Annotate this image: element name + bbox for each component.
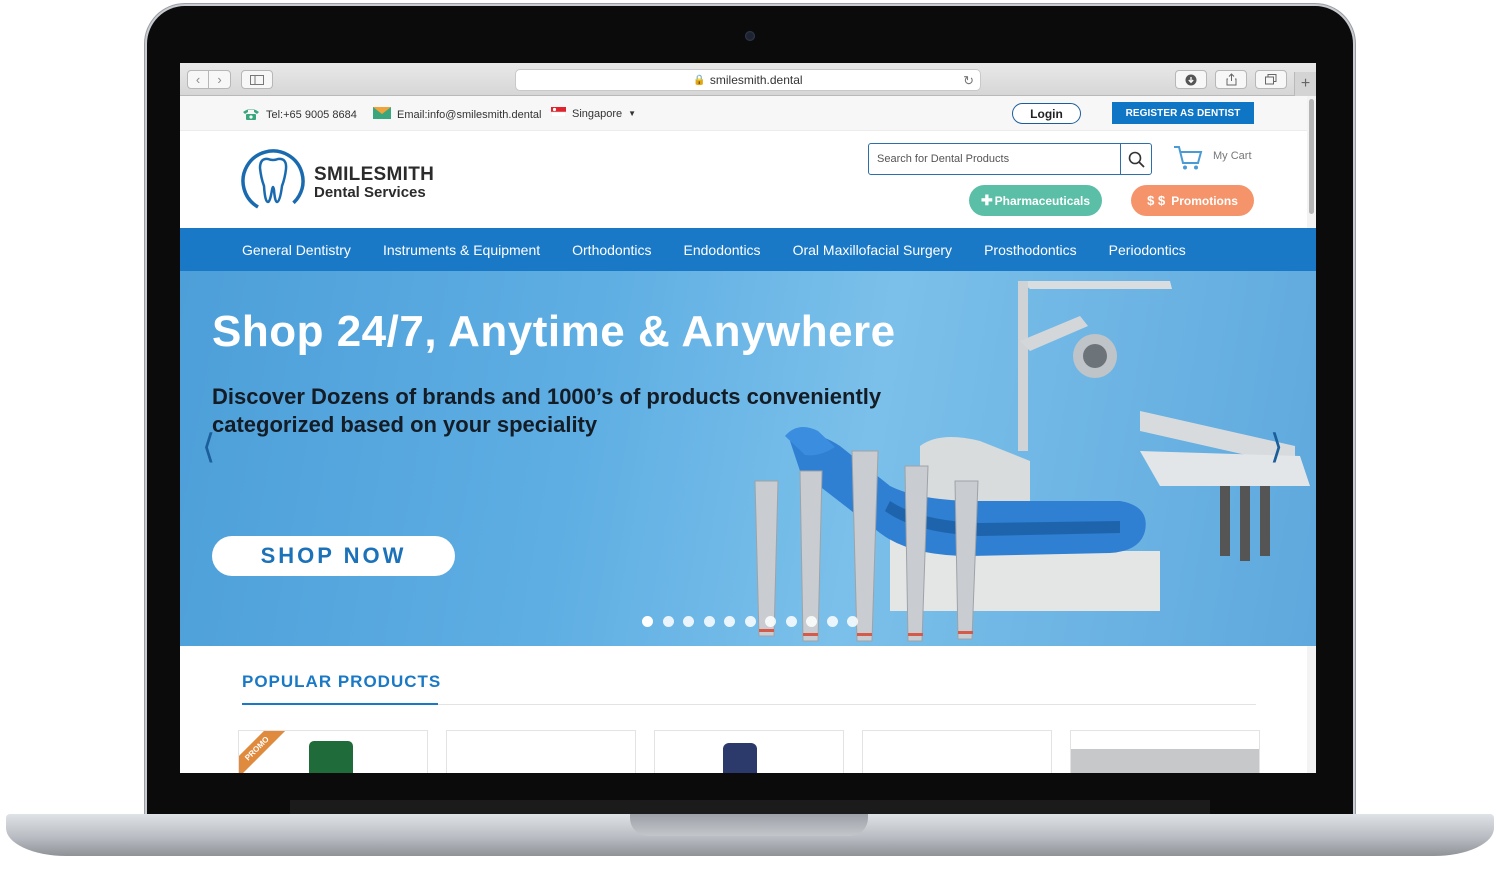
carousel-dot[interactable]	[785, 616, 797, 627]
site-header: SMILESMITH Dental Services Search for De…	[180, 131, 1307, 228]
address-bar[interactable]: 🔒 smilesmith.dental ↻	[515, 69, 981, 91]
product-device-image	[723, 743, 757, 773]
reload-icon[interactable]: ↻	[963, 73, 974, 89]
nav-periodontics[interactable]: Periodontics	[1109, 242, 1186, 258]
search-icon	[1128, 151, 1145, 168]
laptop-hinge	[290, 800, 1210, 814]
promotions-label: Promotions	[1171, 193, 1238, 208]
new-tab-icon[interactable]: +	[1294, 72, 1316, 96]
product-card[interactable]	[654, 730, 844, 773]
carousel-dot[interactable]	[662, 616, 674, 627]
cart-icon	[1174, 146, 1203, 170]
dollar-icon: $ $	[1147, 193, 1166, 208]
carousel-dot[interactable]	[744, 616, 756, 627]
hero-title: Shop 24/7, Anytime & Anywhere	[212, 307, 896, 356]
pharmaceuticals-label: Pharmaceuticals	[994, 193, 1091, 208]
carousel-next-icon[interactable]: ⟩	[1270, 427, 1283, 467]
carousel-dot[interactable]	[642, 616, 653, 627]
carousel-dot[interactable]	[826, 616, 838, 627]
camera-icon	[745, 31, 755, 41]
caret-down-icon: ▼	[628, 109, 637, 118]
product-card[interactable]: PROMO	[238, 730, 428, 773]
product-card[interactable]	[862, 730, 1052, 773]
carousel-dot[interactable]	[806, 616, 817, 627]
email-contact[interactable]: Email:info@smilesmith.dental	[373, 107, 541, 122]
site-logo[interactable]: SMILESMITH Dental Services	[240, 146, 434, 216]
screen: ‹ › 🔒 smilesmith.dental ↻ + Tel:+65 9005…	[180, 63, 1316, 773]
carousel-dots	[642, 616, 868, 627]
browser-toolbar: ‹ › 🔒 smilesmith.dental ↻ +	[180, 63, 1316, 96]
pharmaceuticals-button[interactable]: ✚ Pharmaceuticals	[969, 185, 1102, 216]
carousel-dot[interactable]	[847, 616, 858, 627]
carousel-dot[interactable]	[683, 616, 694, 627]
cart-link[interactable]: My Cart	[1173, 145, 1252, 171]
plus-icon: ✚	[980, 192, 993, 208]
nav-oral-maxillofacial-surgery[interactable]: Oral Maxillofacial Surgery	[793, 242, 953, 258]
promo-badge: PROMO	[239, 731, 291, 773]
carousel-dot[interactable]	[765, 616, 776, 627]
carousel-dot[interactable]	[724, 616, 735, 627]
title-underline	[242, 703, 438, 705]
share-icon[interactable]	[1215, 70, 1247, 89]
category-nav: General Dentistry Instruments & Equipmen…	[180, 228, 1316, 271]
carousel-prev-icon[interactable]: ⟨	[202, 427, 215, 467]
search-input[interactable]: Search for Dental Products	[868, 143, 1152, 175]
product-bottle-image	[309, 741, 353, 773]
nav-endodontics[interactable]: Endodontics	[684, 242, 761, 258]
shop-now-button[interactable]: SHOP NOW	[212, 536, 455, 576]
tooth-logo-icon	[241, 149, 305, 213]
hero-subtitle: Discover Dozens of brands and 1000’s of …	[212, 384, 882, 437]
product-card[interactable]	[1070, 730, 1260, 773]
nav-orthodontics[interactable]: Orthodontics	[572, 242, 651, 258]
email-text: Email:info@smilesmith.dental	[397, 108, 542, 121]
nav-prosthodontics[interactable]: Prosthodontics	[984, 242, 1077, 258]
login-button[interactable]: Login	[1012, 103, 1081, 124]
phone-icon	[242, 107, 260, 123]
logo-subtitle: Dental Services	[314, 183, 426, 201]
phone-contact[interactable]: Tel:+65 9005 8684	[242, 107, 357, 123]
back-icon[interactable]: ‹	[187, 70, 209, 89]
nav-instruments-equipment[interactable]: Instruments & Equipment	[383, 242, 540, 258]
top-info-bar: Tel:+65 9005 8684 Email:info@smilesmith.…	[180, 96, 1307, 131]
search-placeholder: Search for Dental Products	[877, 153, 1010, 165]
history-buttons: ‹ ›	[187, 70, 231, 89]
search-button[interactable]	[1120, 144, 1151, 174]
product-card[interactable]	[446, 730, 636, 773]
lock-icon: 🔒	[693, 74, 706, 86]
scroll-thumb[interactable]	[1309, 99, 1314, 214]
sidebar-toggle-icon[interactable]	[241, 70, 273, 89]
email-icon	[373, 107, 391, 122]
downloads-icon[interactable]	[1175, 70, 1207, 89]
register-dentist-button[interactable]: REGISTER AS DENTIST	[1112, 102, 1254, 124]
phone-text: Tel:+65 9005 8684	[266, 109, 357, 121]
product-image-placeholder	[1071, 749, 1259, 773]
country-text: Singapore	[572, 107, 623, 120]
nav-general-dentistry[interactable]: General Dentistry	[242, 242, 351, 258]
popular-products-title: POPULAR PRODUCTS	[242, 672, 442, 691]
carousel-dot[interactable]	[703, 616, 715, 627]
promotions-button[interactable]: $ $ Promotions	[1131, 185, 1254, 216]
tabs-overview-icon[interactable]	[1255, 70, 1287, 89]
popular-products-section: POPULAR PRODUCTS PROMO	[180, 646, 1307, 773]
logo-title: SMILESMITH	[314, 163, 435, 185]
url-text: smilesmith.dental	[709, 73, 803, 87]
cart-label: My Cart	[1213, 150, 1252, 162]
hero-carousel: Shop 24/7, Anytime & Anywhere Discover D…	[180, 271, 1316, 646]
singapore-flag-icon	[550, 107, 567, 120]
forward-icon[interactable]: ›	[209, 70, 231, 89]
laptop-notch	[630, 814, 868, 836]
country-selector[interactable]: Singapore ▼	[550, 107, 637, 120]
